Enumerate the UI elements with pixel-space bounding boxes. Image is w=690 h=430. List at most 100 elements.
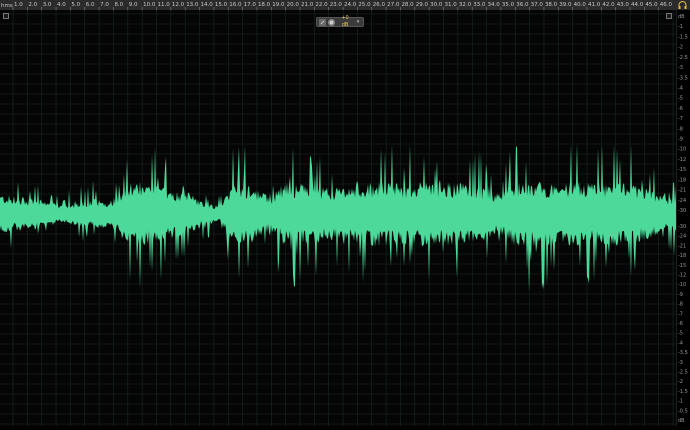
timeline-tick-label: 21.0 bbox=[301, 2, 314, 8]
chevron-down-icon[interactable]: ▾ bbox=[355, 19, 361, 26]
db-label: -8 bbox=[678, 126, 683, 132]
db-label: -30 bbox=[678, 208, 686, 214]
timeline-tick-label: 40.0 bbox=[574, 2, 587, 8]
db-label: -21 bbox=[678, 243, 686, 249]
db-label: -24 bbox=[678, 198, 686, 204]
db-label: -18 bbox=[678, 253, 686, 259]
timeline-tick-label: 16.0 bbox=[229, 2, 242, 8]
timeline-tick-label: 35.0 bbox=[502, 2, 515, 8]
timeline-tick-label: 42.0 bbox=[602, 2, 615, 8]
db-label: -12 bbox=[678, 157, 686, 163]
timeline-tick-label: 33.0 bbox=[473, 2, 486, 8]
db-label: -10 bbox=[678, 282, 686, 288]
timeline-tick-label: 22.0 bbox=[315, 2, 328, 8]
panel-corner-icon[interactable] bbox=[3, 13, 9, 19]
db-label: -3.5 bbox=[678, 350, 688, 356]
db-label: -6 bbox=[678, 106, 683, 112]
timeline-tick-label: 46.0 bbox=[660, 2, 673, 8]
timeline-tick-label: 5.0 bbox=[71, 2, 80, 8]
audio-waveform[interactable] bbox=[0, 144, 676, 292]
timeline-tick-label: 23.0 bbox=[330, 2, 343, 8]
timeline-tick-label: 11.0 bbox=[158, 2, 171, 8]
timeline-tick-label: 2.0 bbox=[28, 2, 37, 8]
timeline-tick-label: 34.0 bbox=[488, 2, 501, 8]
db-label: dB bbox=[678, 418, 685, 424]
timeline-tick-label: 43.0 bbox=[617, 2, 630, 8]
db-label: -18 bbox=[678, 177, 686, 183]
db-label: -3 bbox=[678, 360, 683, 366]
timeline-tick-label: 29.0 bbox=[416, 2, 429, 8]
db-label: -30 bbox=[678, 224, 686, 230]
db-label: -24 bbox=[678, 234, 686, 240]
timeline-tick-label: 4.0 bbox=[57, 2, 66, 8]
timeline-tick-label: 36.0 bbox=[516, 2, 529, 8]
db-label: -1 bbox=[678, 399, 683, 405]
timeline-tick-label: 26.0 bbox=[373, 2, 386, 8]
db-label: -7 bbox=[678, 116, 683, 122]
db-label: -1 bbox=[678, 24, 683, 30]
timeline-tick-label: 39.0 bbox=[559, 2, 572, 8]
db-label: -3 bbox=[678, 65, 683, 71]
timeline-tick-label: 15.0 bbox=[215, 2, 228, 8]
timeline-tick-label: 37.0 bbox=[531, 2, 544, 8]
db-label: -1.5 bbox=[678, 389, 688, 395]
timeline-unit-label: hms bbox=[1, 3, 13, 9]
timeline-tick-label: 12.0 bbox=[172, 2, 185, 8]
db-label: -15 bbox=[678, 167, 686, 173]
db-label: -2 bbox=[678, 45, 683, 51]
db-label: -5 bbox=[678, 96, 683, 102]
db-label: -5 bbox=[678, 331, 683, 337]
db-scale: dB -1 -1.5 -2 -2.5 -3 -3.5 -4 -5 -6 -7 -8 -9 -10 -12 -1… bbox=[676, 10, 690, 426]
db-scale-graphic: dB -1 -1.5 -2 -2.5 -3 -3.5 -4 -5 -6 -7 -8 -9 -10 -12 -1… bbox=[678, 14, 688, 424]
headphones-icon[interactable] bbox=[676, 1, 688, 9]
db-label: -1.5 bbox=[678, 34, 688, 40]
db-label: -0.5 bbox=[678, 408, 688, 414]
knob-icon[interactable] bbox=[328, 18, 335, 26]
db-label: -10 bbox=[678, 147, 686, 153]
timeline-tick-label: 27.0 bbox=[387, 2, 400, 8]
db-label: -6 bbox=[678, 321, 683, 327]
expand-icon[interactable] bbox=[666, 13, 672, 19]
timeline-tick-label: 30.0 bbox=[430, 2, 443, 8]
db-label: -9 bbox=[678, 292, 683, 298]
db-label: -3.5 bbox=[678, 75, 688, 81]
timeline-tick-label: 8.0 bbox=[114, 2, 123, 8]
db-label: -12 bbox=[678, 273, 686, 279]
timeline-tick-label: 44.0 bbox=[631, 2, 644, 8]
timeline-tick-label: 41.0 bbox=[588, 2, 601, 8]
timeline-tick-label: 7.0 bbox=[100, 2, 109, 8]
db-label: dB bbox=[678, 14, 685, 20]
db-label: -2.5 bbox=[678, 55, 688, 61]
gain-value[interactable]: +0 dB bbox=[337, 15, 353, 29]
db-label: -4 bbox=[678, 85, 683, 91]
timeline-tick-label: 3.0 bbox=[43, 2, 52, 8]
timeline-tick-label: 9.0 bbox=[129, 2, 138, 8]
timeline-tick-label: 19.0 bbox=[272, 2, 285, 8]
timeline-ruler-graphic: hms 1.0 2.0 3.0 4.0 5.0 6.0 7.0 8.0 9.0 10.0 11.0 1… bbox=[1, 2, 673, 10]
db-label: -7 bbox=[678, 311, 683, 317]
db-label: -21 bbox=[678, 188, 686, 194]
timeline-tick-label: 38.0 bbox=[545, 2, 558, 8]
db-label: -4 bbox=[678, 340, 683, 346]
timeline-tick-label: 25.0 bbox=[358, 2, 371, 8]
waveform-display[interactable] bbox=[0, 10, 676, 426]
timeline-tick-label: 13.0 bbox=[186, 2, 199, 8]
timeline-tick-label: 6.0 bbox=[86, 2, 95, 8]
db-label: -2.5 bbox=[678, 370, 688, 376]
timeline-tick-label: 28.0 bbox=[401, 2, 414, 8]
timeline-tick-label: 1.0 bbox=[14, 2, 23, 8]
timeline-tick-label: 18.0 bbox=[258, 2, 271, 8]
timeline-tick-label: 45.0 bbox=[645, 2, 658, 8]
timeline-tick-label: 24.0 bbox=[344, 2, 357, 8]
db-label: -9 bbox=[678, 137, 683, 143]
db-label: -2 bbox=[678, 379, 683, 385]
db-label: -8 bbox=[678, 302, 683, 308]
timeline-tick-label: 32.0 bbox=[459, 2, 472, 8]
timeline-tick-label: 20.0 bbox=[287, 2, 300, 8]
timeline-tick-label: 17.0 bbox=[244, 2, 257, 8]
gain-hud[interactable]: +0 dB ▾ bbox=[316, 15, 364, 29]
timeline-tick-label: 14.0 bbox=[201, 2, 214, 8]
db-label: -15 bbox=[678, 263, 686, 269]
waveform-panel[interactable] bbox=[0, 10, 676, 426]
pin-icon[interactable] bbox=[319, 18, 326, 26]
